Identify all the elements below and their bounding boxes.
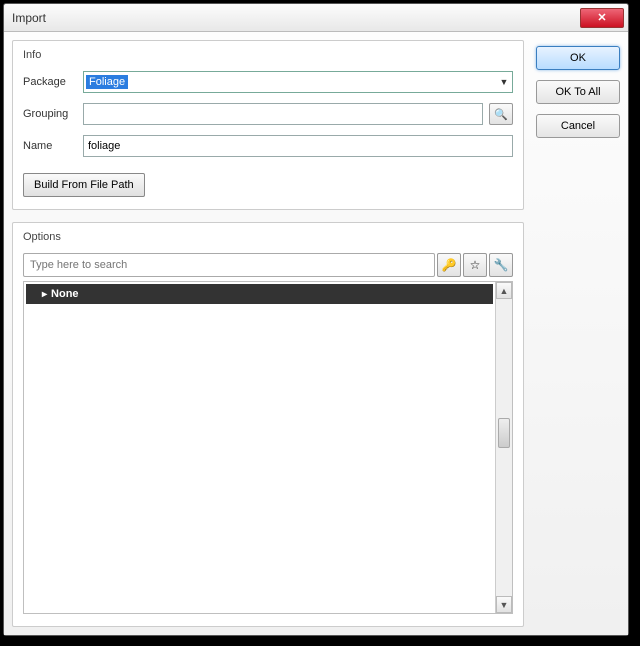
ok-to-all-button[interactable]: OK To All — [536, 80, 620, 104]
grouping-row: Grouping 🔍 — [23, 103, 513, 125]
search-button[interactable]: 🔑 — [437, 253, 461, 277]
favorite-button[interactable]: ☆ — [463, 253, 487, 277]
info-group: Info Package Foliage ▼ Grouping 🔍 — [12, 40, 524, 210]
options-title: Options — [23, 231, 513, 243]
dialog-body: Info Package Foliage ▼ Grouping 🔍 — [4, 32, 628, 635]
search-row: 🔑 ☆ 🔧 — [23, 253, 513, 277]
titlebar: Import ✕ — [4, 4, 628, 32]
binoculars-icon: 🔍 — [494, 108, 508, 121]
tree-item-none[interactable]: None — [26, 284, 493, 304]
wrench-icon: 🔧 — [494, 258, 509, 272]
scroll-up-icon[interactable]: ▲ — [496, 282, 512, 299]
package-label: Package — [23, 76, 83, 88]
grouping-input[interactable] — [83, 103, 483, 125]
import-dialog: Import ✕ Info Package Foliage ▼ Grouping — [3, 3, 629, 636]
search-icon: 🔑 — [442, 258, 457, 272]
package-value: Foliage — [86, 75, 128, 89]
chevron-down-icon: ▼ — [496, 77, 512, 87]
name-label: Name — [23, 140, 83, 152]
grouping-label: Grouping — [23, 108, 83, 120]
browse-button[interactable]: 🔍 — [489, 103, 513, 125]
ok-button[interactable]: OK — [536, 46, 620, 70]
left-pane: Info Package Foliage ▼ Grouping 🔍 — [12, 40, 524, 627]
package-row: Package Foliage ▼ — [23, 71, 513, 93]
scroll-thumb[interactable] — [498, 418, 510, 448]
options-group: Options 🔑 ☆ 🔧 None — [12, 222, 524, 627]
scrollbar[interactable]: ▲ ▼ — [495, 282, 512, 613]
package-dropdown[interactable]: Foliage ▼ — [83, 71, 513, 93]
close-icon: ✕ — [597, 11, 606, 24]
star-icon: ☆ — [470, 258, 481, 272]
search-input[interactable] — [23, 253, 435, 277]
info-title: Info — [23, 49, 513, 61]
close-button[interactable]: ✕ — [580, 8, 624, 28]
window-title: Import — [12, 11, 580, 25]
build-from-file-path-button[interactable]: Build From File Path — [23, 173, 145, 197]
name-input[interactable] — [83, 135, 513, 157]
settings-button[interactable]: 🔧 — [489, 253, 513, 277]
tree-item-label: None — [51, 288, 79, 300]
tree-content: None — [24, 282, 495, 613]
options-tree: None ▲ ▼ — [23, 281, 513, 614]
name-row: Name — [23, 135, 513, 157]
button-column: OK OK To All Cancel — [536, 40, 620, 627]
scroll-down-icon[interactable]: ▼ — [496, 596, 512, 613]
scroll-track[interactable] — [496, 299, 512, 596]
cancel-button[interactable]: Cancel — [536, 114, 620, 138]
